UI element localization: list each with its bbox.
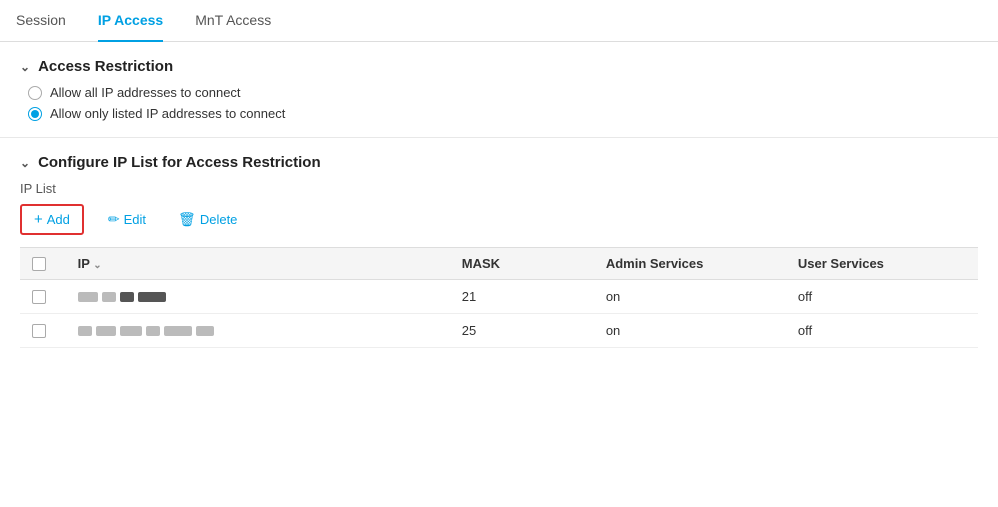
col-ip-label: IP: [78, 256, 90, 271]
table-header-row: IP ⌄ MASK Admin Services User Services: [20, 248, 978, 280]
ip-list-chevron-icon: ⌄: [20, 156, 30, 170]
row1-checkbox[interactable]: [32, 290, 46, 304]
row1-checkbox-cell: [20, 280, 66, 314]
delete-icon: 🗑: [178, 211, 196, 228]
ip-list-section-header: ⌄ Configure IP List for Access Restricti…: [20, 154, 978, 171]
access-restriction-section: ⌄ Access Restriction Allow all IP addres…: [0, 42, 998, 138]
table-row: 21 on off: [20, 280, 978, 314]
access-restriction-title: Access Restriction: [38, 58, 173, 75]
radio-allow-all-label: Allow all IP addresses to connect: [50, 85, 241, 100]
chevron-icon: ⌄: [20, 60, 30, 74]
plus-icon: +: [34, 211, 43, 228]
sort-icon: ⌄: [93, 260, 101, 271]
ip-block: [120, 326, 142, 336]
header-checkbox[interactable]: [32, 257, 46, 271]
row2-admin: on: [594, 314, 786, 348]
ip-list-toolbar: + Add ✏ Edit 🗑 Delete: [20, 204, 978, 235]
ip-block: [78, 326, 92, 336]
ip-list-section: ⌄ Configure IP List for Access Restricti…: [0, 138, 998, 364]
delete-button[interactable]: 🗑 Delete: [170, 207, 245, 232]
ip-block: [164, 326, 192, 336]
ip-table: IP ⌄ MASK Admin Services User Services: [20, 247, 978, 348]
tab-session[interactable]: Session: [16, 0, 66, 42]
radio-allow-listed[interactable]: Allow only listed IP addresses to connec…: [28, 106, 978, 121]
tab-mnt-access[interactable]: MnT Access: [195, 0, 271, 42]
ip-block: [146, 326, 160, 336]
table-row: 25 on off: [20, 314, 978, 348]
row2-checkbox[interactable]: [32, 324, 46, 338]
row2-checkbox-cell: [20, 314, 66, 348]
radio-allow-listed-label: Allow only listed IP addresses to connec…: [50, 106, 285, 121]
edit-button-label: Edit: [124, 212, 146, 227]
edit-icon: ✏: [108, 211, 120, 228]
col-header-user: User Services: [786, 248, 978, 280]
delete-button-label: Delete: [200, 212, 238, 227]
edit-button[interactable]: ✏ Edit: [100, 207, 154, 232]
row2-mask: 25: [450, 314, 594, 348]
col-header-checkbox: [20, 248, 66, 280]
radio-circle-allow-listed[interactable]: [28, 107, 42, 121]
ip-list-label: IP List: [20, 181, 978, 196]
row2-user: off: [786, 314, 978, 348]
col-header-ip[interactable]: IP ⌄: [66, 248, 450, 280]
table-body: 21 on off: [20, 280, 978, 348]
ip-block: [102, 292, 116, 302]
access-restriction-header: ⌄ Access Restriction: [20, 58, 978, 75]
ip-block: [78, 292, 98, 302]
row1-ip-placeholder: [78, 292, 438, 302]
ip-block: [196, 326, 214, 336]
ip-block: [120, 292, 134, 302]
row1-admin: on: [594, 280, 786, 314]
radio-circle-allow-all[interactable]: [28, 86, 42, 100]
row2-ip: [66, 314, 450, 348]
col-header-admin: Admin Services: [594, 248, 786, 280]
tabs-bar: Session IP Access MnT Access: [0, 0, 998, 42]
ip-block: [138, 292, 166, 302]
row1-user: off: [786, 280, 978, 314]
radio-allow-all[interactable]: Allow all IP addresses to connect: [28, 85, 978, 100]
row1-mask: 21: [450, 280, 594, 314]
add-button[interactable]: + Add: [20, 204, 84, 235]
col-header-mask: MASK: [450, 248, 594, 280]
add-button-label: Add: [47, 212, 70, 227]
ip-block: [96, 326, 116, 336]
tab-ip-access[interactable]: IP Access: [98, 0, 163, 42]
radio-group: Allow all IP addresses to connect Allow …: [28, 85, 978, 121]
ip-list-section-title: Configure IP List for Access Restriction: [38, 154, 321, 171]
row1-ip: [66, 280, 450, 314]
row2-ip-placeholder: [78, 326, 438, 336]
